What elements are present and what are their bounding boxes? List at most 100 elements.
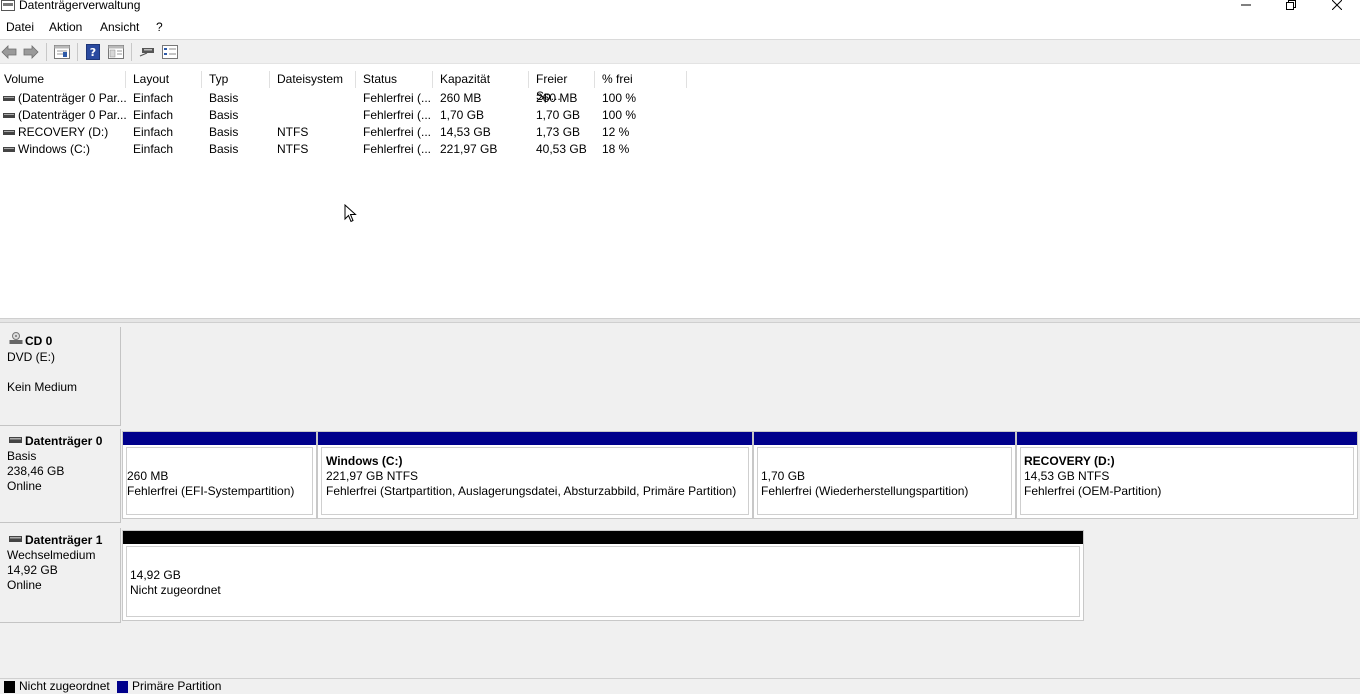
cell-kapazitaet: 221,97 GB [440,142,498,156]
column-header-typ[interactable]: Typ [202,71,270,88]
settings-icon [162,45,178,59]
partition-unallocated[interactable]: 14,92 GB Nicht zugeordnet [122,530,1084,621]
toolbar-separator [46,43,47,61]
title-bar: Datenträgerverwaltung [0,0,1360,14]
volume-drive-icon [3,147,15,152]
forward-arrow-icon [23,45,39,59]
partition-title: RECOVERY (D:) [1024,454,1115,468]
column-header-layout[interactable]: Layout [126,71,202,88]
partition-size: 1,70 GB [761,469,806,483]
back-arrow-icon [1,45,17,59]
column-header-status[interactable]: Status [356,71,433,88]
legend-label-unallocated: Nicht zugeordnet [19,679,110,693]
legend: Nicht zugeordnet Primäre Partition [0,678,1360,693]
cell-status: Fehlerfrei (... [363,125,432,139]
primary-partition-bar [754,432,1015,445]
cell-kapazitaet: 14,53 GB [440,125,491,139]
disk-label-disk0[interactable]: Datenträger 0 Basis 238,46 GB Online [0,429,121,523]
cell-freier-speicher: 1,73 GB [536,125,581,139]
menu-aktion[interactable]: Aktion [49,20,82,34]
connect-button[interactable] [138,43,156,61]
partition-status: Fehlerfrei (OEM-Partition) [1024,484,1162,498]
disk1-type: Wechselmedium [7,548,96,562]
table-row[interactable]: (Datenträger 0 Par... Einfach Basis Fehl… [0,90,1360,107]
disk-name-disk1: Datenträger 1 [25,533,103,547]
disk-list-button[interactable] [53,43,71,61]
cell-dateisystem: NTFS [277,125,309,139]
cell-typ: Basis [209,142,239,156]
legend-swatch-primary [117,681,128,693]
connect-icon [139,48,154,57]
forward-button[interactable] [22,43,40,61]
cell-dateisystem: NTFS [277,142,309,156]
help-button[interactable]: ? [84,43,102,61]
toolbar-separator [131,43,132,61]
cell-status: Fehlerfrei (... [363,91,432,105]
disk-list-icon [54,45,70,59]
disk-label-disk1[interactable]: Datenträger 1 Wechselmedium 14,92 GB Onl… [0,528,121,623]
toolbar: ? [0,40,1360,64]
menu-ansicht[interactable]: Ansicht [100,20,139,34]
unallocated-bar [123,531,1083,544]
partition-windows-c[interactable]: Windows (C:) 221,97 GB NTFS Fehlerfrei (… [317,431,753,519]
toolbar-separator [77,43,78,61]
back-button[interactable] [0,43,18,61]
menu-datei[interactable]: Datei [6,20,34,34]
disk-name-disk0: Datenträger 0 [25,434,103,448]
disk-row-cd0: CD 0 DVD (E:) Kein Medium [0,327,1360,426]
cell-prozent-frei: 12 % [602,125,630,139]
list-header: Volume Layout Typ Dateisystem Status Kap… [0,71,1360,103]
partition-efi[interactable]: 260 MB Fehlerfrei (EFI-Systempartition) [122,431,317,519]
primary-partition-bar [318,432,752,445]
cd-drive-icon [9,332,23,344]
volume-list[interactable]: Volume Layout Typ Dateisystem Status Kap… [0,64,1360,318]
menu-help[interactable]: ? [156,20,163,34]
table-row[interactable]: RECOVERY (D:) Einfach Basis NTFS Fehlerf… [0,124,1360,141]
properties-button[interactable] [107,43,125,61]
minimize-button[interactable] [1223,0,1269,14]
cell-volume: Windows (C:) [18,142,91,156]
column-header-volume[interactable]: Volume [0,71,126,88]
volume-drive-icon [3,96,15,101]
partition-size: 14,53 GB NTFS [1024,469,1110,483]
cell-prozent-frei: 100 % [602,91,637,105]
cell-prozent-frei: 18 % [602,142,630,156]
partition-size: 14,92 GB [130,568,181,582]
volume-drive-icon [3,113,15,118]
cell-typ: Basis [209,91,239,105]
disk-row-disk1: Datenträger 1 Wechselmedium 14,92 GB Onl… [0,528,1360,623]
column-header-dateisystem[interactable]: Dateisystem [270,71,356,88]
menu-bar: Datei Aktion Ansicht ? [0,14,1360,40]
restore-button[interactable] [1268,0,1314,14]
volume-drive-icon [3,130,15,135]
partition-status: Nicht zugeordnet [130,583,221,597]
partition-title: Windows (C:) [326,454,403,468]
restore-icon [1286,0,1296,10]
column-header-prozent-frei[interactable]: % frei [595,71,687,88]
hard-disk-icon [9,437,22,443]
disk-label-cd0[interactable]: CD 0 DVD (E:) Kein Medium [0,327,121,426]
column-header-kapazitaet[interactable]: Kapazität [433,71,529,88]
disk0-size: 238,46 GB [7,464,65,478]
disk0-type: Basis [7,449,37,463]
close-button[interactable] [1314,0,1360,14]
cell-freier-speicher: 40,53 GB [536,142,587,156]
partition-inner-frame [126,546,1080,617]
table-row[interactable]: Windows (C:) Einfach Basis NTFS Fehlerfr… [0,141,1360,158]
column-header-freier-speicher[interactable]: Freier Sp... [529,71,595,103]
settings-button[interactable] [161,43,179,61]
partition-recovery-system[interactable]: 1,70 GB Fehlerfrei (Wiederherstellungspa… [753,431,1016,519]
cell-volume: RECOVERY (D:) [18,125,109,139]
legend-label-primary: Primäre Partition [132,679,222,693]
partition-status: Fehlerfrei (Startpartition, Auslagerungs… [326,484,737,498]
partition-status: Fehlerfrei (Wiederherstellungspartition) [761,484,969,498]
cell-layout: Einfach [133,91,174,105]
cell-layout: Einfach [133,142,174,156]
cell-kapazitaet: 260 MB [440,91,482,105]
primary-partition-bar [123,432,316,445]
cell-freier-speicher: 260 MB [536,91,578,105]
cell-typ: Basis [209,108,239,122]
table-row[interactable]: (Datenträger 0 Par... Einfach Basis Fehl… [0,107,1360,124]
partition-recovery-d[interactable]: RECOVERY (D:) 14,53 GB NTFS Fehlerfrei (… [1016,431,1358,519]
mouse-cursor-icon [344,204,357,223]
